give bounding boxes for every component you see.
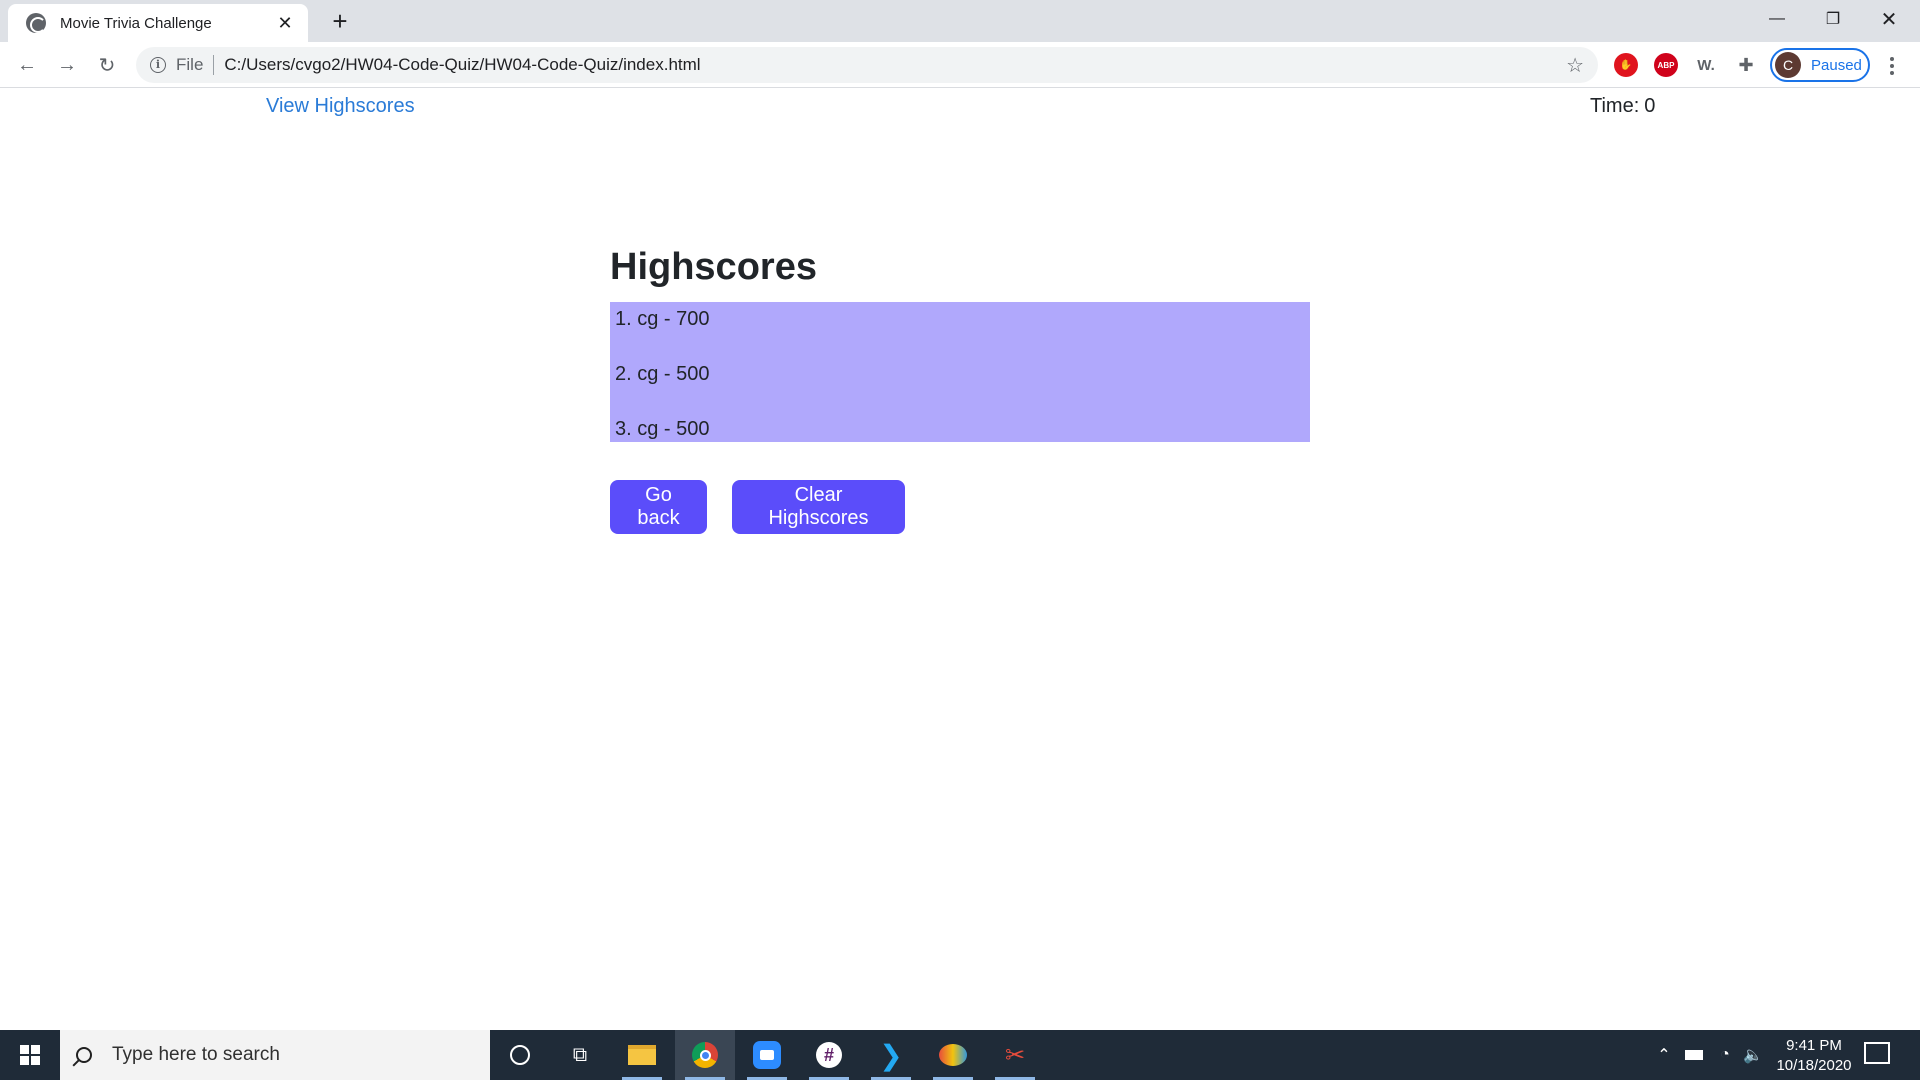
back-button[interactable]: ← — [12, 50, 42, 80]
zoom-button[interactable] — [737, 1030, 797, 1080]
forward-button[interactable]: → — [52, 50, 82, 80]
tab-title: Movie Trivia Challenge — [60, 14, 212, 32]
info-icon[interactable]: i — [150, 57, 166, 73]
minimize-button[interactable]: — — [1749, 0, 1805, 38]
globe-icon — [26, 13, 46, 33]
address-bar[interactable]: i File C:/Users/cvgo2/HW04-Code-Quiz/HW0… — [136, 47, 1598, 83]
go-back-button[interactable]: Go back — [610, 480, 707, 534]
vscode-icon: ❯ — [879, 1039, 903, 1071]
new-tab-button[interactable]: + — [326, 8, 354, 34]
clock-date: 10/18/2020 — [1776, 1057, 1852, 1074]
notifications-icon[interactable] — [1864, 1042, 1890, 1064]
timer-value: 0 — [1644, 95, 1656, 117]
search-placeholder: Type here to search — [112, 1044, 280, 1065]
paint-palette-icon — [939, 1044, 967, 1066]
search-icon — [76, 1047, 92, 1063]
clock-time: 9:41 PM — [1786, 1037, 1842, 1054]
chevron-up-icon: ⌃ — [1657, 1047, 1671, 1064]
view-highscores-link[interactable]: View Highscores — [266, 95, 415, 118]
browser-tab[interactable]: Movie Trivia Challenge ✕ — [8, 4, 308, 42]
close-window-button[interactable]: ✕ — [1861, 0, 1917, 38]
list-item: 2. cg - 500 — [615, 363, 710, 385]
slack-button[interactable]: # — [799, 1030, 859, 1080]
avatar: C — [1775, 52, 1801, 78]
cortana-button[interactable] — [490, 1030, 550, 1080]
zoom-icon — [753, 1041, 781, 1069]
close-tab-icon[interactable]: ✕ — [274, 13, 296, 34]
paint-button[interactable] — [923, 1030, 983, 1080]
profile-status: Paused — [1811, 56, 1862, 74]
task-view-button[interactable]: ⧉ — [550, 1030, 610, 1080]
highscores-list: 1. cg - 700 2. cg - 500 3. cg - 500 — [610, 302, 1310, 442]
arrow-right-icon: → — [57, 53, 77, 76]
chrome-icon — [692, 1042, 718, 1068]
restore-button[interactable]: ❐ — [1805, 0, 1861, 38]
start-button[interactable] — [0, 1030, 60, 1080]
taskbar-clock[interactable]: 9:41 PM 10/18/2020 — [1766, 1036, 1862, 1076]
list-item: 1. cg - 700 — [615, 308, 710, 330]
page-viewport: View Highscores Time: 0 Highscores 1. cg … — [0, 89, 1920, 1030]
taskbar-search[interactable]: Type here to search — [60, 1030, 490, 1080]
reload-icon: ↻ — [98, 54, 116, 77]
slack-icon: # — [816, 1042, 842, 1068]
volume-icon[interactable]: 🔈 — [1740, 1030, 1766, 1080]
profile-button[interactable]: C Paused — [1770, 48, 1870, 82]
url-divider — [213, 55, 215, 75]
list-item: 3. cg - 500 — [615, 418, 710, 440]
browser-toolbar: ← → ↻ i File C:/Users/cvgo2/HW04-Code-Qu… — [0, 42, 1920, 88]
bookmark-star-icon[interactable]: ☆ — [1566, 53, 1584, 78]
snip-button[interactable]: ✂ — [985, 1030, 1045, 1080]
arrow-left-icon: ← — [17, 53, 37, 76]
url-text[interactable]: C:/Users/cvgo2/HW04-Code-Quiz/HW04-Code-… — [224, 55, 700, 75]
show-hidden-icons-button[interactable]: ⌃ — [1652, 1030, 1676, 1080]
vscode-button[interactable]: ❯ — [861, 1030, 921, 1080]
wifi-icon[interactable]: ◔ — [1712, 1030, 1738, 1080]
taskbar: Type here to search ⧉ # ❯ ✂ ⌃ ◔ 🔈 9:41 P… — [0, 1030, 1920, 1080]
scissors-icon: ✂ — [1004, 1041, 1026, 1069]
cortana-icon — [510, 1045, 530, 1065]
browser-tabstrip: Movie Trivia Challenge ✕ + — ❐ ✕ — [0, 0, 1920, 42]
timer: Time: 0 — [1590, 95, 1655, 118]
menu-kebab-icon[interactable] — [1882, 52, 1902, 80]
task-view-icon: ⧉ — [572, 1043, 588, 1066]
extensions-puzzle-icon[interactable]: ✚ — [1734, 53, 1758, 77]
chrome-button[interactable] — [675, 1030, 735, 1080]
adblock-stop-icon[interactable]: ✋ — [1614, 53, 1638, 77]
reload-button[interactable]: ↻ — [92, 50, 122, 80]
clear-highscores-button[interactable]: Clear Highscores — [732, 480, 905, 534]
adblock-plus-icon[interactable]: ABP — [1654, 53, 1678, 77]
battery-icon[interactable] — [1680, 1030, 1708, 1080]
file-explorer-button[interactable] — [612, 1030, 672, 1080]
w-extension-icon[interactable]: W. — [1694, 53, 1718, 77]
timer-label: Time: — [1590, 95, 1640, 117]
folder-icon — [628, 1045, 656, 1065]
page-title: Highscores — [610, 246, 817, 288]
url-scheme: File — [176, 55, 204, 74]
windows-icon — [20, 1045, 40, 1065]
